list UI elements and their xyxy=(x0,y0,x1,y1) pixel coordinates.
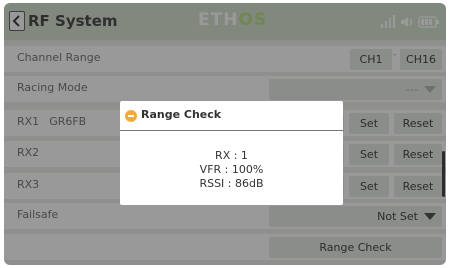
range-check-dialog: Range Check RX : 1 VFR : 100% RSSI : 86d… xyxy=(120,101,343,205)
dialog-header: Range Check xyxy=(120,101,343,130)
dialog-body: RX : 1 VFR : 100% RSSI : 86dB xyxy=(120,149,343,191)
rssi-value: RSSI : 86dB xyxy=(199,177,264,190)
info-icon xyxy=(125,110,137,122)
dialog-divider xyxy=(120,130,343,131)
vfr-value: VFR : 100% xyxy=(199,163,264,176)
dialog-title: Range Check xyxy=(141,108,222,121)
screen: RF System ETHOS Channel Range CH1 - CH16… xyxy=(4,3,446,265)
rx-value: RX : 1 xyxy=(215,149,248,162)
